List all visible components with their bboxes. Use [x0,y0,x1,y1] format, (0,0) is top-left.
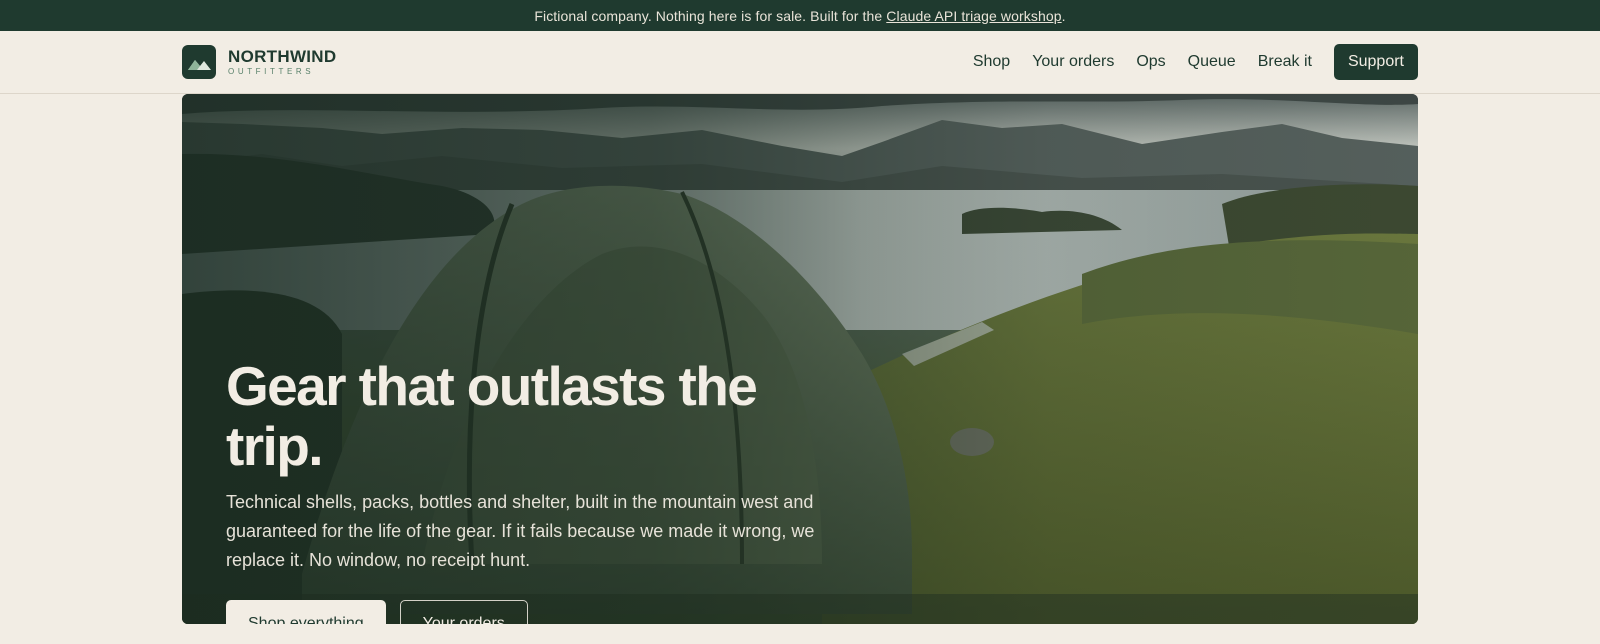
nav-your-orders[interactable]: Your orders [1032,53,1114,71]
announcement-bar: Fictional company. Nothing here is for s… [0,0,1600,31]
hero-actions: Shop everything Your orders [226,600,846,624]
site-header: NORTHWIND OUTFITTERS Shop Your orders Op… [0,31,1600,94]
announcement-text: Fictional company. Nothing here is for s… [534,7,883,24]
shop-everything-button[interactable]: Shop everything [226,600,386,624]
support-button[interactable]: Support [1333,44,1418,80]
nav-ops[interactable]: Ops [1136,53,1165,71]
nav-break-it[interactable]: Break it [1258,53,1312,71]
main-nav: Shop Your orders Ops Queue Break it Supp… [973,44,1418,80]
your-orders-button[interactable]: Your orders [399,600,528,624]
brand-tagline: OUTFITTERS [228,66,315,76]
brand-name: NORTHWIND [228,46,337,66]
workshop-link[interactable]: Claude API triage workshop [886,8,1061,24]
hero-description: Technical shells, packs, bottles and she… [226,492,815,570]
mountain-icon [182,45,216,79]
nav-shop[interactable]: Shop [973,53,1010,71]
hero-title: Gear that outlasts the trip. [226,355,758,477]
announcement-suffix: . [1061,7,1066,24]
hero-banner: Gear that outlasts the trip. Technical s… [182,94,1418,624]
brand-logo[interactable]: NORTHWIND OUTFITTERS [182,45,336,79]
hero-content: Gear that outlasts the trip. Technical s… [226,356,846,624]
nav-queue[interactable]: Queue [1188,53,1236,71]
